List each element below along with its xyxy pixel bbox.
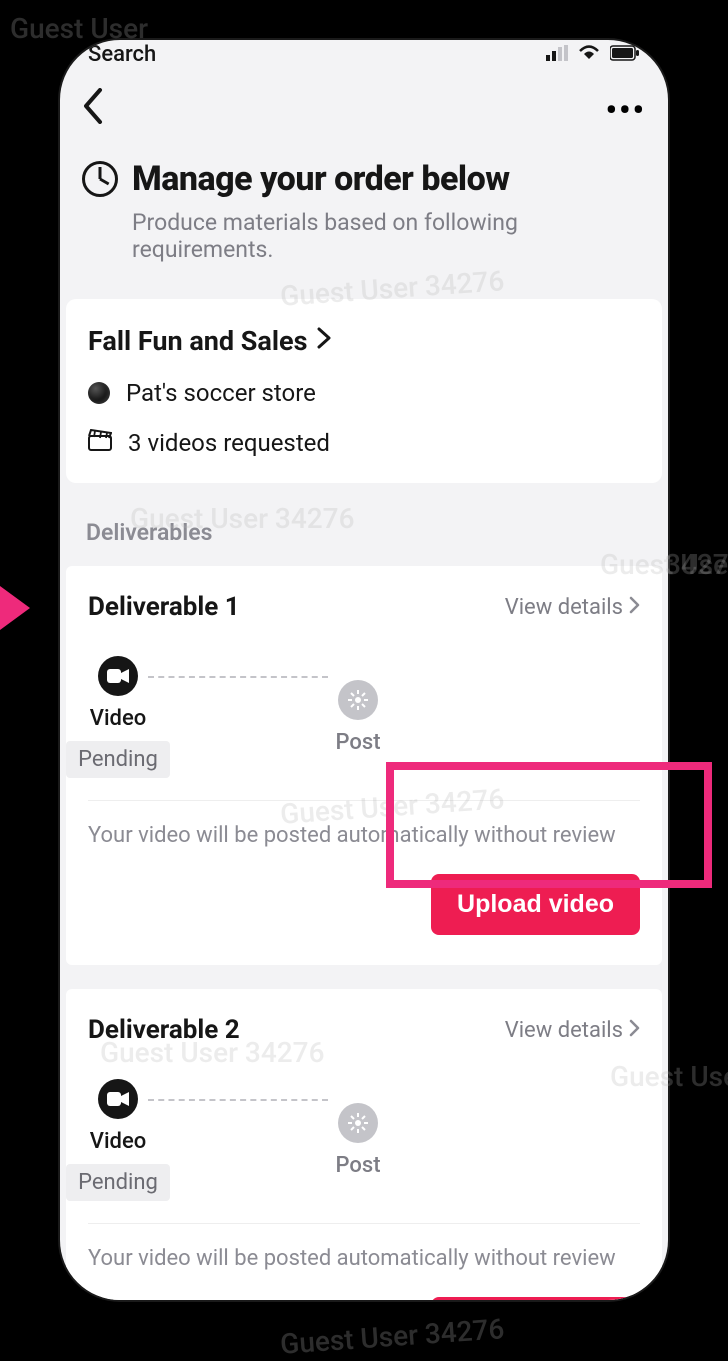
progress-node-post: Post <box>328 1103 388 1178</box>
status-bar: Search <box>60 40 668 68</box>
page-subtitle: Produce materials based on following req… <box>132 209 646 263</box>
progress-connector <box>148 676 328 678</box>
deliverables-section-label: Deliverables <box>60 483 668 566</box>
progress-step-label: Video <box>90 1129 146 1154</box>
deliverable-title: Deliverable 2 <box>88 1015 240 1045</box>
progress-step-label: Post <box>335 730 380 755</box>
progress-node-video: Video Pending <box>88 656 148 778</box>
store-name: Pat's soccer store <box>126 379 316 407</box>
progress-step-label: Post <box>335 1153 380 1178</box>
progress-track: Video Pending Post <box>88 1079 640 1201</box>
wifi-icon <box>578 42 600 67</box>
store-row: Pat's soccer store <box>88 379 640 407</box>
cellular-icon <box>546 42 568 67</box>
progress-step-label: Video <box>90 706 146 731</box>
requested-row: 3 videos requested <box>88 429 640 457</box>
progress-connector <box>148 1099 328 1101</box>
view-details-label: View details <box>505 1018 623 1043</box>
page-header: Manage your order below Produce material… <box>60 141 668 299</box>
page-title: Manage your order below <box>132 159 510 199</box>
more-menu-button[interactable]: ••• <box>606 91 647 129</box>
clock-icon <box>82 161 118 197</box>
battery-icon <box>610 42 640 67</box>
phone-frame: Search ••• Manage your order below Produ… <box>60 40 668 1300</box>
auto-post-note: Your video will be posted automatically … <box>88 1223 640 1271</box>
status-badge: Pending <box>66 741 170 778</box>
campaign-card: Fall Fun and Sales Pat's soccer store 3 … <box>66 299 662 483</box>
progress-node-post: Post <box>328 680 388 755</box>
progress-node-video: Video Pending <box>88 1079 148 1201</box>
deliverable-card: Deliverable 2 View details Video Pending… <box>66 989 662 1300</box>
post-step-icon <box>338 1103 378 1143</box>
view-details-link[interactable]: View details <box>505 595 640 620</box>
status-left-text: Search <box>88 42 156 67</box>
chevron-right-icon <box>317 326 331 356</box>
upload-video-button[interactable]: Upload video <box>431 1297 640 1300</box>
post-step-icon <box>338 680 378 720</box>
view-details-link[interactable]: View details <box>505 1018 640 1043</box>
chevron-right-icon <box>629 1018 640 1043</box>
campaign-name: Fall Fun and Sales <box>88 325 307 357</box>
view-details-label: View details <box>505 595 623 620</box>
watermark: 34276 <box>665 548 728 581</box>
auto-post-note: Your video will be posted automatically … <box>88 800 640 848</box>
video-step-icon <box>98 656 138 696</box>
video-step-icon <box>98 1079 138 1119</box>
watermark: Guest User 34276 <box>279 1312 505 1361</box>
status-badge: Pending <box>66 1164 170 1201</box>
deliverable-title: Deliverable 1 <box>88 592 240 622</box>
campaign-link[interactable]: Fall Fun and Sales <box>88 325 640 357</box>
nav-bar: ••• <box>60 68 668 141</box>
requested-text: 3 videos requested <box>128 429 330 457</box>
upload-video-button[interactable]: Upload video <box>431 874 640 935</box>
store-avatar-icon <box>88 382 110 404</box>
clapperboard-icon <box>88 429 112 457</box>
progress-track: Video Pending Post <box>88 656 640 778</box>
back-button[interactable] <box>82 88 104 131</box>
status-right-icons <box>546 42 640 67</box>
deliverable-card: Deliverable 1 View details Video Pending… <box>66 566 662 965</box>
chevron-right-icon <box>629 595 640 620</box>
annotation-arrow <box>0 586 30 630</box>
